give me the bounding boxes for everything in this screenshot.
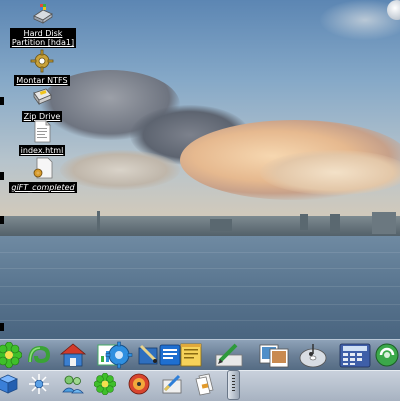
panel-item-icq[interactable]	[93, 372, 117, 396]
icq-flower-icon	[0, 342, 22, 368]
edge-label-fragment	[0, 97, 4, 105]
desktop-icon-gift-completed[interactable]: giFT_completed	[4, 156, 82, 193]
gift-completed-label: giFT_completed	[9, 182, 77, 193]
zip-drive-icon	[30, 85, 54, 109]
hard-disk-label: Hard Disk Partition [hda1]	[9, 28, 77, 48]
ripple	[0, 304, 400, 305]
dock-item-home[interactable]	[58, 340, 88, 370]
panel-item-users[interactable]	[61, 372, 85, 396]
dock-item-calculator[interactable]	[338, 340, 372, 370]
music-cd-icon	[299, 344, 327, 368]
building	[372, 212, 396, 234]
panel-item-cube[interactable]	[0, 372, 20, 396]
city-skyline	[0, 216, 400, 238]
cloud	[260, 150, 400, 195]
panel-resize-handle[interactable]	[227, 370, 240, 400]
dock-item-icq[interactable]	[0, 340, 24, 370]
ripple	[0, 252, 400, 253]
dock-item-recycle[interactable]	[372, 340, 400, 370]
folder-icon	[31, 156, 55, 180]
media-player-icon	[128, 373, 150, 395]
ripple	[0, 320, 400, 321]
desktop-icon-index-html[interactable]: index.html	[14, 119, 70, 156]
recycle-icon	[375, 343, 399, 367]
dock-item-images[interactable]	[258, 340, 290, 370]
edge-label-fragment	[0, 216, 4, 224]
pen-write-icon	[215, 343, 243, 367]
ripple	[0, 286, 400, 287]
panel-item-network[interactable]	[27, 372, 51, 396]
gear-icon	[30, 49, 54, 73]
home-icon	[59, 343, 87, 367]
network-icon	[29, 374, 49, 394]
desktop-icon-zip-drive[interactable]: Zip Drive	[14, 85, 70, 122]
panel-item-media-player[interactable]	[127, 372, 151, 396]
settings-gear-icon	[105, 341, 133, 369]
ripple	[0, 268, 400, 269]
calculator-icon	[339, 343, 371, 368]
index-html-label: index.html	[18, 145, 66, 156]
desktop-icon-hard-disk[interactable]: Hard Disk Partition [hda1]	[6, 2, 80, 48]
paint-icon	[162, 374, 182, 394]
grip-icon	[232, 375, 235, 393]
dock-item-music[interactable]	[297, 340, 329, 370]
dock-item-swirl[interactable]	[24, 340, 54, 370]
desktop-icon-montar-ntfs[interactable]: Montar NTFS	[8, 49, 76, 86]
building	[300, 214, 308, 230]
building	[210, 219, 232, 231]
dock-item-notes[interactable]	[176, 340, 206, 370]
notes-icon	[180, 343, 202, 367]
building	[330, 214, 340, 232]
swirl-icon	[28, 345, 51, 364]
documents-icon	[195, 373, 214, 396]
html-file-icon	[30, 119, 54, 143]
corner-button[interactable]	[387, 0, 400, 20]
users-icon	[62, 375, 84, 394]
image-viewer-icon	[259, 344, 289, 368]
edge-label-fragment	[0, 323, 4, 331]
tower	[97, 211, 100, 233]
panel-item-paint[interactable]	[160, 372, 184, 396]
dock-item-pen[interactable]	[214, 340, 244, 370]
cube-icon	[0, 374, 18, 394]
dock-item-settings[interactable]	[104, 340, 134, 370]
hard-disk-icon	[31, 2, 55, 26]
panel-item-documents[interactable]	[193, 372, 217, 396]
icq-flower-icon	[94, 373, 116, 395]
